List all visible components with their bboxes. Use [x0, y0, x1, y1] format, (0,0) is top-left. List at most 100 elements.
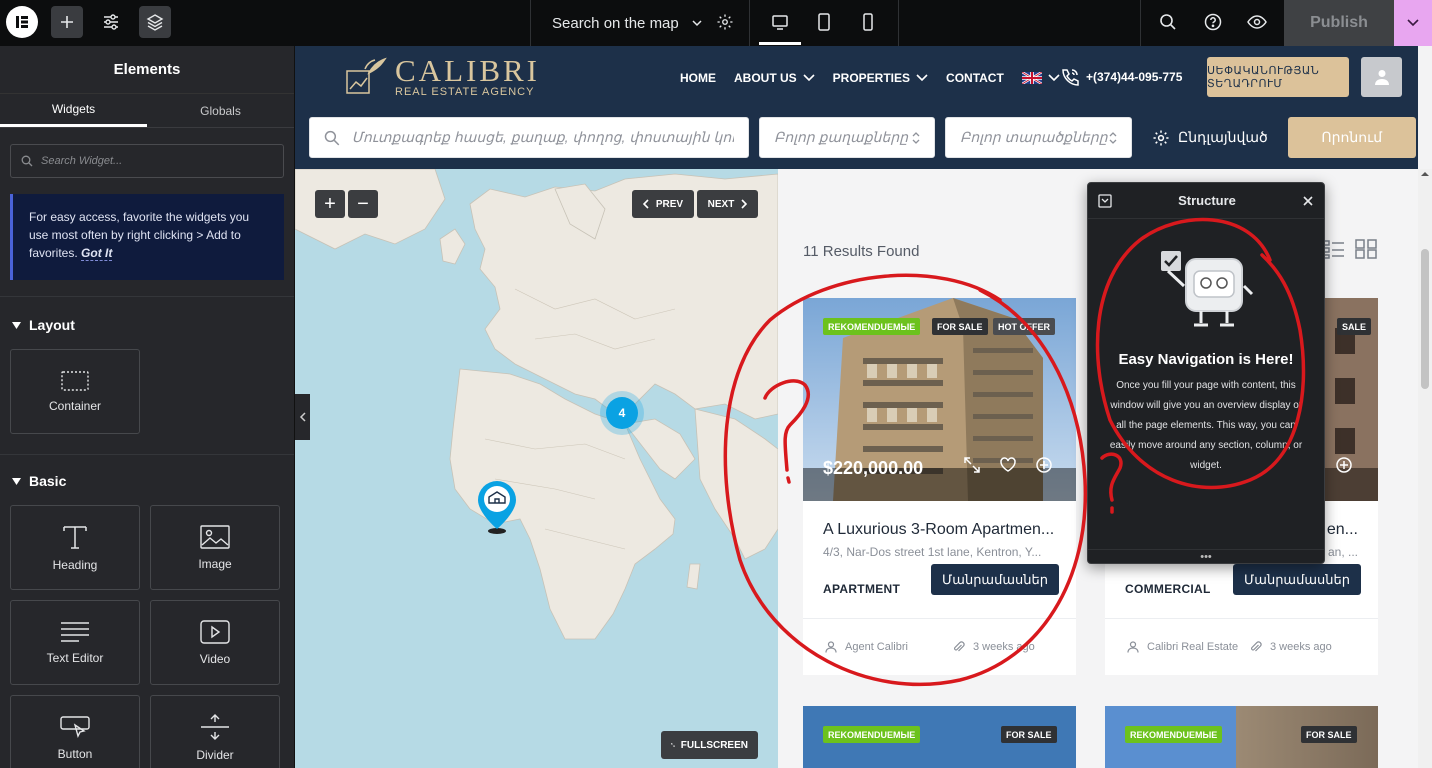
heart-icon[interactable] — [999, 456, 1017, 474]
add-element-icon[interactable] — [51, 6, 83, 38]
layout-category[interactable]: Layout — [0, 315, 294, 335]
basic-category-title: Basic — [29, 473, 67, 489]
keyword-search-input[interactable]: Մուտքագրեք հասցե, քաղաք, փողոց, փոստային… — [309, 117, 749, 158]
agent-name[interactable]: Agent Calibri — [845, 641, 945, 653]
widget-container[interactable]: Container — [10, 349, 140, 434]
zoom-out-button[interactable]: − — [348, 190, 378, 218]
advanced-search-toggle[interactable]: Ընդլայնված — [1142, 117, 1278, 158]
property-image[interactable]: REKOMENDUEMЫE FOR SALE — [1105, 706, 1378, 768]
nav-contact[interactable]: CONTACT — [946, 71, 1004, 85]
details-button[interactable]: Մանրամասներ — [931, 564, 1059, 595]
agent-name[interactable]: Calibri Real Estate — [1147, 641, 1242, 653]
property-type: COMMERCIAL — [1125, 582, 1211, 596]
tab-globals[interactable]: Globals — [147, 94, 294, 127]
tab-widgets[interactable]: Widgets — [0, 94, 147, 127]
page-settings-gear-icon[interactable] — [709, 6, 741, 38]
property-image[interactable]: REKOMENDUEMЫE FOR SALE — [803, 706, 1076, 768]
structure-layers-icon[interactable] — [139, 6, 171, 38]
map-fullscreen-button[interactable]: FULLSCREEN — [661, 731, 758, 759]
area-select-value: Բոլոր տարածքները — [960, 129, 1108, 145]
widget-button[interactable]: Button — [10, 695, 140, 768]
chevron-left-icon — [299, 412, 306, 422]
location-pin-icon — [478, 481, 516, 534]
add-listing-button[interactable]: ՍԵՓԱԿԱՆՈՒԹՅԱՆ ՏԵՂԱԴՐՈՒՄ — [1207, 57, 1349, 97]
add-compare-icon[interactable] — [1335, 456, 1353, 474]
divider — [0, 454, 294, 455]
city-select[interactable]: Բոլոր քաղաքները — [759, 117, 935, 158]
page-scrollbar[interactable] — [1418, 169, 1432, 768]
property-card[interactable]: REKOMENDUEMЫE FOR SALE HOT OFFER $220,00… — [803, 298, 1076, 675]
basic-category[interactable]: Basic — [0, 471, 294, 491]
divider — [0, 296, 294, 297]
phone-link[interactable]: +(374)44-095-775 — [1060, 68, 1182, 86]
language-switcher[interactable] — [1021, 72, 1060, 84]
world-map — [295, 169, 778, 768]
user-login-button[interactable] — [1361, 57, 1402, 97]
nav-about-us[interactable]: ABOUT US — [734, 71, 815, 85]
property-type: APARTMENT — [823, 582, 901, 596]
paperclip-icon — [954, 641, 965, 652]
notice-text: For easy access, favorite the widgets yo… — [29, 210, 250, 260]
results-count: 11 Results Found — [803, 243, 920, 260]
site-settings-icon[interactable] — [95, 6, 127, 38]
badge-recommended: REKOMENDUEMЫE — [1125, 726, 1223, 743]
page-selector[interactable]: Search on the map — [552, 0, 703, 46]
grid-view-icon[interactable] — [1355, 239, 1377, 259]
divider — [1140, 0, 1141, 46]
mobile-view-icon[interactable] — [852, 6, 884, 38]
calibri-logo-icon — [346, 57, 387, 94]
nav-properties[interactable]: PROPERTIES — [833, 71, 928, 85]
site-logo[interactable]: CALIBRI REAL ESTATE AGENCY — [345, 55, 540, 98]
resize-handle[interactable]: ••• — [1088, 549, 1324, 563]
widget-image[interactable]: Image — [150, 505, 280, 590]
widget-heading[interactable]: Heading — [10, 505, 140, 590]
widget-search-input[interactable]: Search Widget... — [10, 144, 284, 178]
collapse-icon[interactable] — [1098, 193, 1112, 208]
property-image[interactable]: REKOMENDUEMЫE FOR SALE HOT OFFER $220,00… — [803, 298, 1076, 501]
structure-panel: Structure Easy Navigation is Here! Once … — [1087, 182, 1325, 564]
got-it-link[interactable]: Got It — [81, 246, 113, 261]
close-icon[interactable] — [1302, 195, 1314, 207]
expand-icon[interactable] — [963, 456, 981, 474]
uk-flag-icon — [1021, 72, 1042, 84]
property-map[interactable]: + − PREV NEXT 4 FULLSCREEN — [295, 169, 778, 768]
property-card[interactable]: REKOMENDUEMЫE FOR SALE — [1105, 706, 1378, 768]
desktop-view-icon[interactable] — [764, 6, 796, 38]
preview-eye-icon[interactable] — [1241, 6, 1273, 38]
widget-video[interactable]: Video — [150, 600, 280, 685]
property-title[interactable]: A Luxurious 3-Room Apartmen... — [803, 501, 1076, 539]
posted-time: 3 weeks ago — [973, 641, 1035, 653]
keyword-placeholder: Մուտքագրեք հասցե, քաղաք, փողոց, փոստային… — [351, 129, 734, 145]
map-next-button[interactable]: NEXT — [697, 190, 758, 218]
publish-button[interactable]: Publish — [1284, 0, 1394, 46]
nav-label: ABOUT US — [734, 71, 797, 85]
search-placeholder: Search Widget... — [41, 155, 123, 167]
nav-home[interactable]: HOME — [680, 71, 716, 85]
search-icon[interactable] — [1152, 6, 1184, 38]
help-icon[interactable] — [1197, 6, 1229, 38]
collapse-panel-button[interactable] — [295, 394, 310, 440]
area-select[interactable]: Բոլոր տարածքները — [945, 117, 1132, 158]
panel-tabs: Widgets Globals — [0, 94, 294, 128]
details-button[interactable]: Մանրամասներ — [1233, 564, 1361, 595]
zoom-in-button[interactable]: + — [315, 190, 345, 218]
structure-heading: Easy Navigation is Here! — [1118, 351, 1294, 368]
widget-text-editor[interactable]: Text Editor — [10, 600, 140, 685]
add-compare-icon[interactable] — [1035, 456, 1053, 474]
tablet-view-icon[interactable] — [808, 6, 840, 38]
publish-options-button[interactable] — [1394, 0, 1432, 46]
property-card[interactable]: REKOMENDUEMЫE FOR SALE — [803, 706, 1076, 768]
property-price: $220,000.00 — [823, 458, 924, 478]
map-property-pin[interactable] — [475, 479, 519, 535]
widget-divider[interactable]: Divider — [150, 695, 280, 768]
scroll-up-arrow-icon[interactable] — [1418, 169, 1432, 179]
map-prev-button[interactable]: PREV — [632, 190, 694, 218]
map-cluster-marker[interactable]: 4 — [600, 391, 644, 435]
search-button[interactable]: Որոնում — [1287, 117, 1416, 158]
structure-header[interactable]: Structure — [1088, 183, 1324, 219]
elementor-logo-icon[interactable] — [6, 6, 38, 38]
site-nav: HOME ABOUT US PROPERTIES CONTACT — [680, 68, 1060, 88]
robot-mascot-icon — [1161, 251, 1254, 327]
scrollbar-thumb[interactable] — [1421, 249, 1429, 389]
list-view-icon[interactable] — [1323, 239, 1345, 259]
